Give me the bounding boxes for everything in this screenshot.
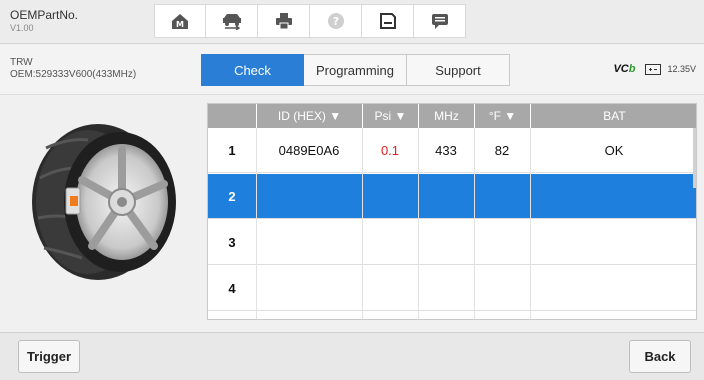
row-index: 3 (228, 235, 236, 250)
svg-text:?: ? (332, 15, 338, 28)
table-header: ID (HEX) ▼ Psi ▼ MHz °F ▼ BAT (208, 104, 696, 128)
vehicle-swap-icon (222, 14, 241, 30)
table-row[interactable]: 3 (208, 220, 696, 265)
battery-value (530, 266, 696, 311)
top-toolbar: OEMPartNo. V1.00 M ? (0, 0, 704, 44)
sensor-id (256, 220, 362, 265)
column-divider (256, 128, 257, 319)
col-header-index (208, 104, 256, 128)
vci-indicator: VCb (613, 63, 636, 75)
print-button[interactable] (258, 4, 310, 38)
table-scrollbar[interactable] (693, 128, 696, 188)
print-icon (275, 13, 292, 30)
frequency-value (418, 220, 474, 265)
battery-value (530, 174, 696, 219)
app-identity: OEMPartNo. V1.00 (10, 8, 78, 34)
row-index: 2 (228, 189, 236, 204)
help-button[interactable]: ? (310, 4, 362, 38)
temperature-value (474, 220, 530, 265)
sensor-info: TRW OEM:529333V600(433MHz) (10, 57, 136, 81)
column-divider (418, 128, 419, 319)
pressure-value (362, 220, 418, 265)
sensor-id: 0489E0A6 (278, 143, 340, 158)
table-row[interactable]: 2 (208, 174, 696, 219)
col-header-mhz: MHz (418, 104, 474, 128)
save-button[interactable] (362, 4, 414, 38)
voltage-readout: 12.35V (667, 64, 696, 74)
row-index: 1 (228, 143, 236, 158)
tab-programming[interactable]: Programming (304, 54, 407, 86)
column-divider (362, 128, 363, 319)
sensor-id (256, 174, 362, 219)
message-button[interactable] (414, 4, 466, 38)
battery-icon (645, 63, 662, 75)
vehicle-swap-button[interactable] (206, 4, 258, 38)
function-tabs: Check Programming Support (201, 54, 510, 86)
save-icon (379, 13, 396, 29)
pressure-value (362, 174, 418, 219)
sensor-id (256, 266, 362, 311)
pressure-value: 0.1 (380, 143, 400, 158)
sensor-info-bar: TRW OEM:529333V600(433MHz) Check Program… (0, 45, 704, 95)
message-icon (431, 14, 448, 29)
tire-illustration (28, 118, 182, 291)
frequency-value: 433 (435, 143, 457, 158)
home-button[interactable]: M (154, 4, 206, 38)
column-divider (530, 128, 531, 319)
trigger-button[interactable]: Trigger (18, 340, 80, 373)
row-index: 4 (228, 281, 236, 296)
tab-support[interactable]: Support (407, 54, 510, 86)
pressure-value (362, 266, 418, 311)
svg-text:M: M (176, 20, 184, 29)
frequency-value (418, 174, 474, 219)
temperature-value (474, 266, 530, 311)
connection-status: VCb 12.35V (613, 63, 696, 75)
sensor-table: ID (HEX) ▼ Psi ▼ MHz °F ▼ BAT 1 0489E0A6… (207, 103, 697, 320)
temperature-value (474, 174, 530, 219)
table-row[interactable]: 1 0489E0A6 0.1 433 82 OK (208, 128, 696, 173)
back-button[interactable]: Back (629, 340, 691, 373)
battery-value: OK (604, 143, 624, 158)
tab-check[interactable]: Check (201, 54, 304, 86)
bottom-action-bar: Trigger Back (0, 332, 704, 380)
temperature-value: 82 (494, 143, 510, 158)
sensor-brand: TRW (10, 57, 33, 68)
col-header-psi[interactable]: Psi ▼ (362, 104, 418, 128)
sensor-oem: OEM:529333V600(433MHz) (10, 69, 137, 80)
col-header-temp[interactable]: °F ▼ (474, 104, 530, 128)
column-divider (474, 128, 475, 319)
app-version: V1.00 (10, 23, 34, 33)
table-row[interactable]: 4 (208, 266, 696, 311)
help-icon: ? (327, 13, 344, 29)
col-header-bat: BAT (530, 104, 696, 128)
app-title: OEMPartNo. (10, 8, 79, 22)
col-header-id[interactable]: ID (HEX) ▼ (256, 104, 362, 128)
home-icon: M (172, 14, 188, 29)
frequency-value (418, 266, 474, 311)
battery-value (530, 220, 696, 265)
